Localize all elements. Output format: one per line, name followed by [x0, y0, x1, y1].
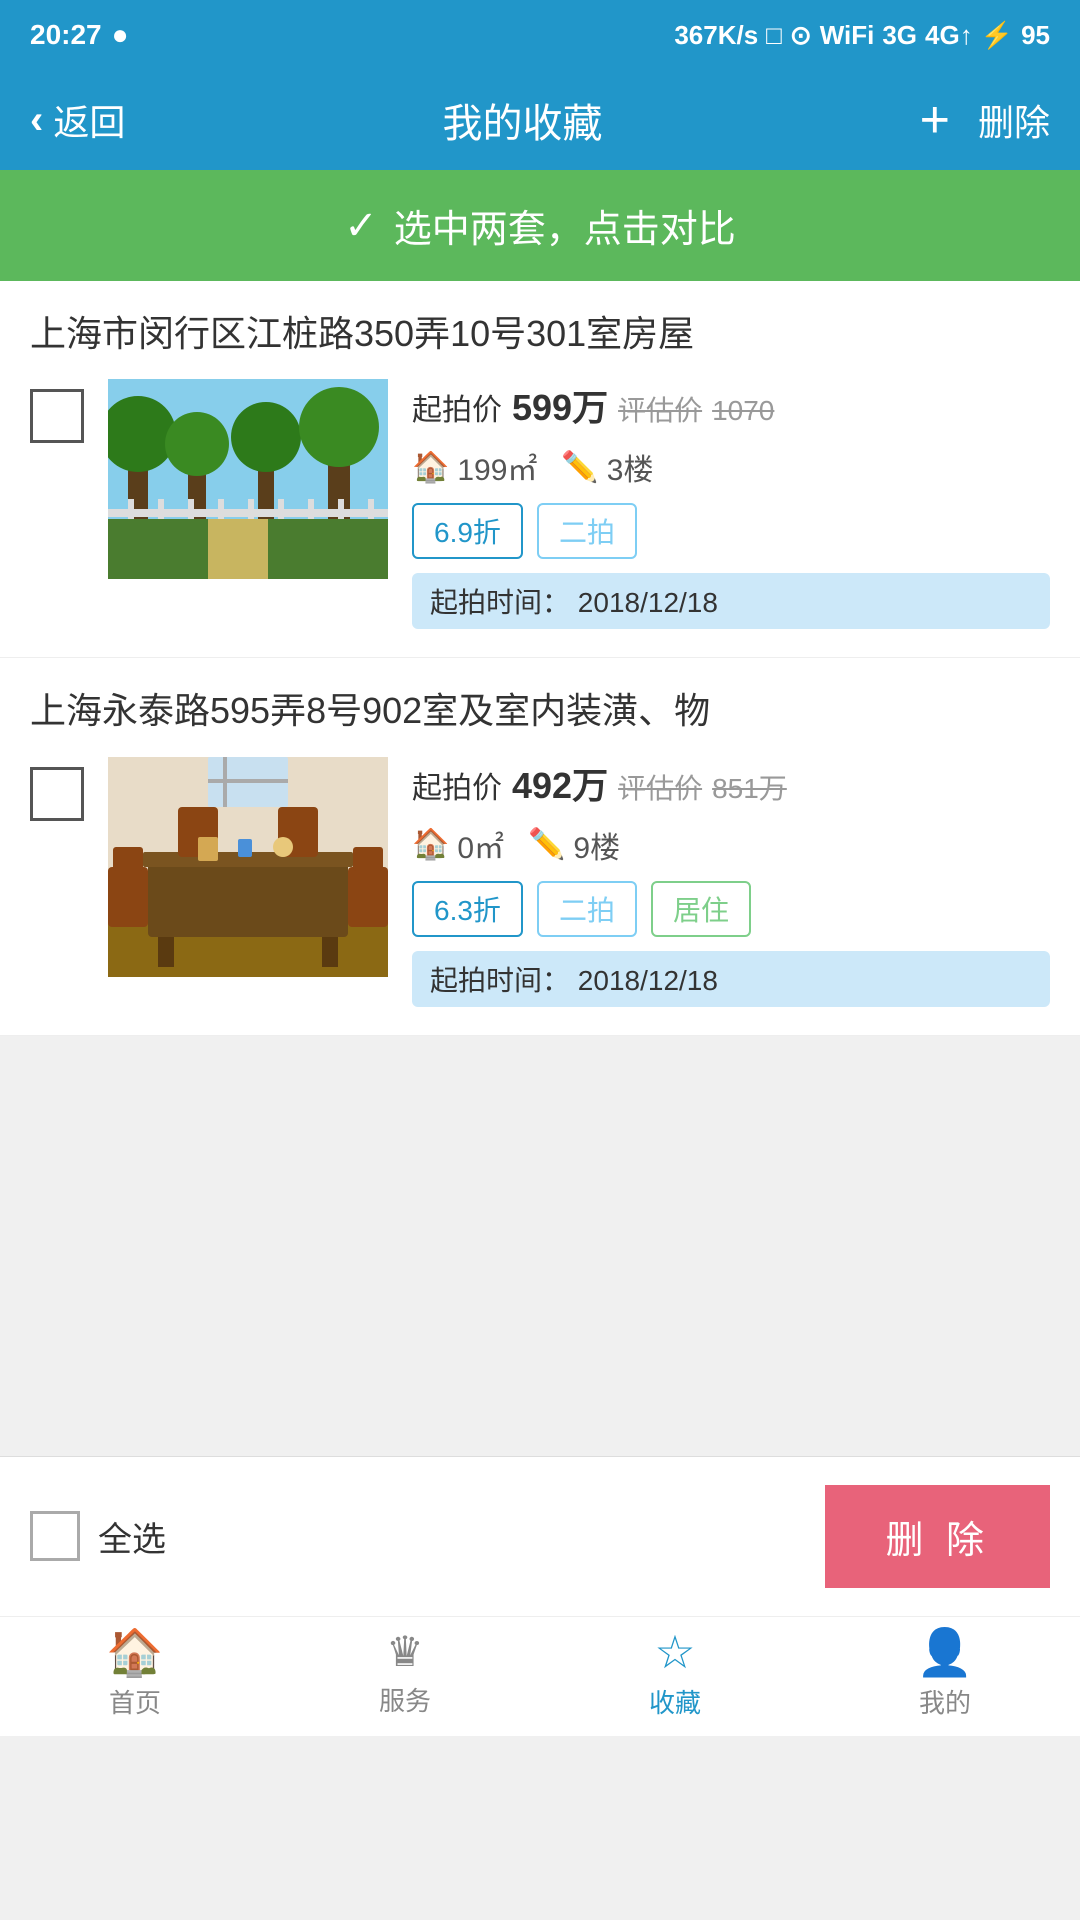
start-price-label-2: 起拍价 — [412, 763, 502, 807]
property-item: 上海市闵行区江桩路350弄10号301室房屋 — [0, 281, 1080, 658]
empty-area — [0, 1036, 1080, 1456]
auction-time-label-1: 起拍时间： — [430, 587, 570, 618]
status-3g-icon: 3G — [882, 20, 917, 51]
property-checkbox-1[interactable] — [30, 389, 84, 443]
start-price-value-1: 599万 — [512, 379, 608, 431]
floor-item-2: ✏️ 9楼 — [528, 823, 620, 867]
select-all-label: 全选 — [98, 1512, 166, 1561]
property-title-1: 上海市闵行区江桩路350弄10号301室房屋 — [30, 309, 1050, 359]
tab-home[interactable]: 🏠 首页 — [60, 1629, 210, 1720]
status-messenger-icon: ● — [112, 19, 129, 51]
status-sim-icon: □ — [766, 20, 782, 51]
floor-value-1: 3楼 — [607, 445, 654, 489]
property-title-2: 上海永泰路595弄8号902室及室内装潢、物 — [30, 686, 1050, 736]
pen-icon-2: ✏️ — [528, 827, 565, 862]
status-time: 20:27 — [30, 19, 102, 51]
back-button[interactable]: ‹ 返回 — [30, 94, 125, 146]
home-icon-1: 🏠 — [412, 450, 449, 485]
page-title: 我的收藏 — [442, 91, 602, 149]
area-value-1: 199㎡ — [457, 445, 537, 489]
compare-banner[interactable]: ✓ 选中两套，点击对比 — [0, 170, 1080, 281]
checkbox-area-1[interactable] — [30, 379, 84, 443]
area-item-1: 🏠 199㎡ — [412, 445, 537, 489]
tag-discount-1: 6.9折 — [412, 503, 523, 559]
property-item-2: 上海永泰路595弄8号902室及室内装潢、物 — [0, 658, 1080, 1035]
status-clock-icon: ⊙ — [790, 20, 812, 51]
floor-value-2: 9楼 — [573, 823, 620, 867]
tab-mine[interactable]: 👤 我的 — [870, 1629, 1020, 1720]
service-tab-icon: ♛ — [386, 1631, 424, 1673]
status-network: 367K/s — [674, 20, 758, 51]
auction-time-value-1: 2018/12/18 — [578, 587, 718, 618]
auction-time-label-2: 起拍时间： — [430, 965, 570, 996]
start-price-label-1: 起拍价 — [412, 385, 502, 429]
estimate-price-1: 1070 — [712, 395, 774, 427]
status-left: 20:27 ● — [30, 19, 129, 51]
bottom-action-bar: 全选 删 除 — [0, 1456, 1080, 1616]
tag-auction-2: 二拍 — [537, 881, 637, 937]
tag-type-2: 居住 — [651, 881, 751, 937]
detail-row-1: 🏠 199㎡ ✏️ 3楼 — [412, 445, 1050, 489]
price-row-2: 起拍价 492万 评估价 851万 — [412, 757, 1050, 809]
property-image-2 — [108, 757, 388, 977]
favorites-tab-label: 收藏 — [649, 1683, 701, 1720]
property-info-2: 起拍价 492万 评估价 851万 🏠 0㎡ ✏️ 9楼 6. — [412, 757, 1050, 1007]
check-icon: ✓ — [344, 203, 378, 249]
detail-row-2: 🏠 0㎡ ✏️ 9楼 — [412, 823, 1050, 867]
add-button[interactable]: + — [920, 90, 950, 150]
status-bar: 20:27 ● 367K/s □ ⊙ WiFi 3G 4G↑ ⚡ 95 — [0, 0, 1080, 70]
property-info-1: 起拍价 599万 评估价 1070 🏠 199㎡ ✏️ 3楼 — [412, 379, 1050, 629]
service-tab-label: 服务 — [379, 1681, 431, 1718]
nav-actions: + 删除 — [920, 90, 1050, 150]
estimate-price-2: 851万 — [712, 767, 787, 807]
home-tab-icon: 🏠 — [106, 1629, 163, 1675]
estimate-label-2: 评估价 — [618, 767, 702, 807]
tag-discount-2: 6.3折 — [412, 881, 523, 937]
status-wifi-icon: WiFi — [820, 20, 875, 51]
status-right: 367K/s □ ⊙ WiFi 3G 4G↑ ⚡ 95 — [674, 20, 1050, 51]
mine-tab-label: 我的 — [919, 1683, 971, 1720]
property-image-1 — [108, 379, 388, 579]
compare-text: 选中两套，点击对比 — [394, 198, 736, 253]
tags-row-1: 6.9折 二拍 — [412, 503, 1050, 559]
property-body-2: 起拍价 492万 评估价 851万 🏠 0㎡ ✏️ 9楼 6. — [30, 757, 1050, 1007]
favorites-tab-icon: ☆ — [654, 1629, 695, 1675]
checkbox-area-2[interactable] — [30, 757, 84, 821]
status-battery: 95 — [1021, 20, 1050, 51]
top-nav: ‹ 返回 我的收藏 + 删除 — [0, 70, 1080, 170]
price-row-1: 起拍价 599万 评估价 1070 — [412, 379, 1050, 431]
select-all-area[interactable]: 全选 — [30, 1511, 166, 1561]
home-icon-2: 🏠 — [412, 827, 449, 862]
status-bolt-icon: ⚡ — [981, 20, 1013, 51]
auction-time-2: 起拍时间： 2018/12/18 — [412, 951, 1050, 1007]
status-4g-icon: 4G↑ — [925, 20, 973, 51]
auction-time-1: 起拍时间： 2018/12/18 — [412, 573, 1050, 629]
home-tab-label: 首页 — [109, 1683, 161, 1720]
back-chevron-icon: ‹ — [30, 98, 43, 143]
tab-favorites[interactable]: ☆ 收藏 — [600, 1629, 750, 1720]
mine-tab-icon: 👤 — [916, 1629, 973, 1675]
start-price-value-2: 492万 — [512, 757, 608, 809]
delete-button-nav[interactable]: 删除 — [978, 94, 1050, 146]
estimate-label-1: 评估价 — [618, 389, 702, 429]
tag-auction-1: 二拍 — [537, 503, 637, 559]
area-value-2: 0㎡ — [457, 823, 504, 867]
floor-item-1: ✏️ 3楼 — [561, 445, 653, 489]
tab-bar: 🏠 首页 ♛ 服务 ☆ 收藏 👤 我的 — [0, 1616, 1080, 1736]
delete-button-bottom[interactable]: 删 除 — [825, 1485, 1050, 1588]
property-checkbox-2[interactable] — [30, 767, 84, 821]
tab-service[interactable]: ♛ 服务 — [330, 1631, 480, 1718]
pen-icon-1: ✏️ — [561, 450, 598, 485]
property-body-1: 起拍价 599万 评估价 1070 🏠 199㎡ ✏️ 3楼 — [30, 379, 1050, 629]
tags-row-2: 6.3折 二拍 居住 — [412, 881, 1050, 937]
auction-time-value-2: 2018/12/18 — [578, 965, 718, 996]
area-item-2: 🏠 0㎡ — [412, 823, 504, 867]
back-label: 返回 — [53, 94, 125, 146]
property-list: 上海市闵行区江桩路350弄10号301室房屋 — [0, 281, 1080, 1036]
select-all-checkbox[interactable] — [30, 1511, 80, 1561]
